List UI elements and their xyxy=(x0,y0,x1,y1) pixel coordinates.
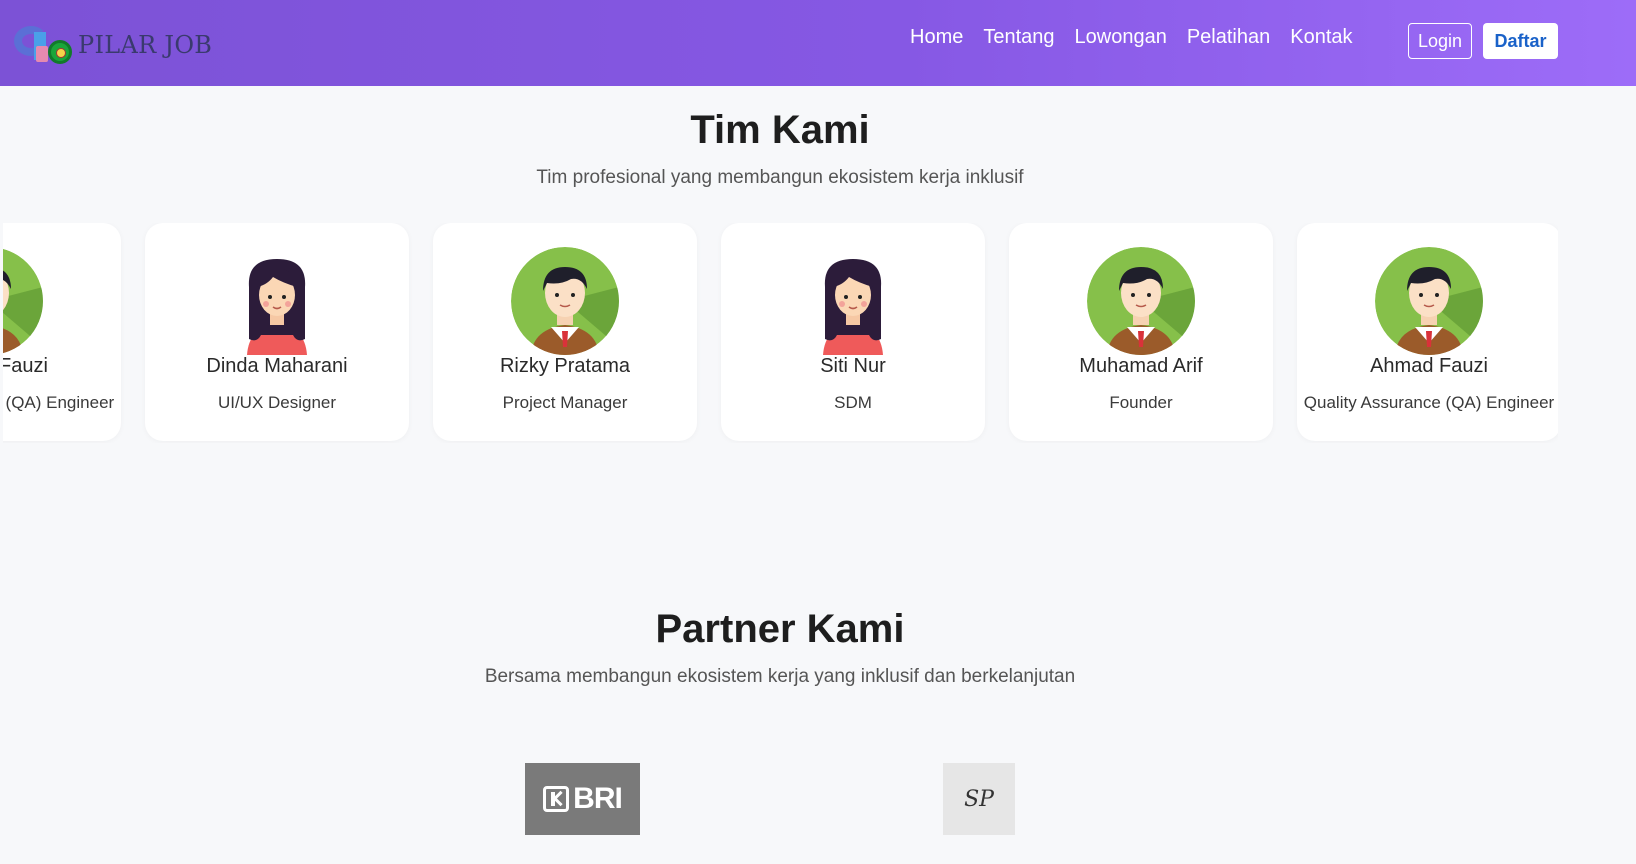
team-member-role: Quality Assurance (QA) Engineer xyxy=(1303,393,1555,412)
partner-section-title: Partner Kami xyxy=(655,607,905,651)
team-member-role: Founder xyxy=(1109,393,1173,412)
nav-link-tentang[interactable]: Tentang xyxy=(983,26,1054,49)
team-carousel-track: Ahmad Fauzi Quality Assurance (QA) Engin… xyxy=(3,223,1558,441)
team-card: Rizky Pratama Project Manager xyxy=(433,223,697,441)
navbar: PILAR JOB Home Tentang Lowongan Pelatiha… xyxy=(0,0,1636,86)
team-card: Muhamad Arif Founder xyxy=(1009,223,1273,441)
login-button[interactable]: Login xyxy=(1408,23,1472,59)
team-card: Ahmad Fauzi Quality Assurance (QA) Engin… xyxy=(3,223,121,441)
partner-logo-sp-text: SP xyxy=(964,786,994,812)
team-member-name: Rizky Pratama xyxy=(499,355,631,377)
male-avatar-icon xyxy=(1087,247,1195,355)
pilar-job-logo-icon xyxy=(14,22,76,68)
team-member-name: Dinda Maharani xyxy=(206,355,348,377)
partner-logo-bri-text: BRI xyxy=(573,782,623,815)
team-member-name: Ahmad Fauzi xyxy=(3,355,48,377)
male-avatar-icon xyxy=(3,247,43,355)
nav-links: Home Tentang Lowongan Pelatihan Kontak xyxy=(910,26,1353,49)
team-card: Dinda Maharani UI/UX Designer xyxy=(145,223,409,441)
team-carousel[interactable]: Ahmad Fauzi Quality Assurance (QA) Engin… xyxy=(3,223,1558,443)
partner-logo-sp[interactable]: SP xyxy=(943,763,1015,835)
partner-section-subtitle: Bersama membangun ekosistem kerja yang i… xyxy=(484,666,1076,687)
team-card: Siti Nur SDM xyxy=(721,223,985,441)
team-member-role: UI/UX Designer xyxy=(217,393,337,412)
register-button[interactable]: Daftar xyxy=(1483,23,1558,59)
team-section-title: Tim Kami xyxy=(690,108,870,152)
team-member-role: SDM xyxy=(834,393,872,412)
team-section-subtitle: Tim profesional yang membangun ekosistem… xyxy=(536,167,1024,188)
brand-name: PILAR JOB xyxy=(78,31,213,59)
male-avatar-icon xyxy=(1375,247,1483,355)
team-member-name: Muhamad Arif xyxy=(1079,355,1203,377)
team-member-name: Ahmad Fauzi xyxy=(1370,355,1488,377)
nav-link-pelatihan[interactable]: Pelatihan xyxy=(1187,26,1270,49)
nav-link-home[interactable]: Home xyxy=(910,26,963,49)
female-avatar-icon xyxy=(799,247,907,355)
female-avatar-icon xyxy=(223,247,331,355)
brand-logo-link[interactable]: PILAR JOB xyxy=(14,22,212,68)
team-member-name: Siti Nur xyxy=(820,355,886,377)
team-member-role: Project Manager xyxy=(502,393,628,412)
team-card: Ahmad Fauzi Quality Assurance (QA) Engin… xyxy=(1297,223,1558,441)
partner-logo-bri[interactable]: BRI xyxy=(525,763,640,835)
male-avatar-icon xyxy=(511,247,619,355)
nav-link-lowongan[interactable]: Lowongan xyxy=(1075,26,1167,49)
nav-link-kontak[interactable]: Kontak xyxy=(1290,26,1352,49)
bri-logo-icon xyxy=(543,786,570,812)
team-member-role: Quality Assurance (QA) Engineer xyxy=(3,393,115,412)
